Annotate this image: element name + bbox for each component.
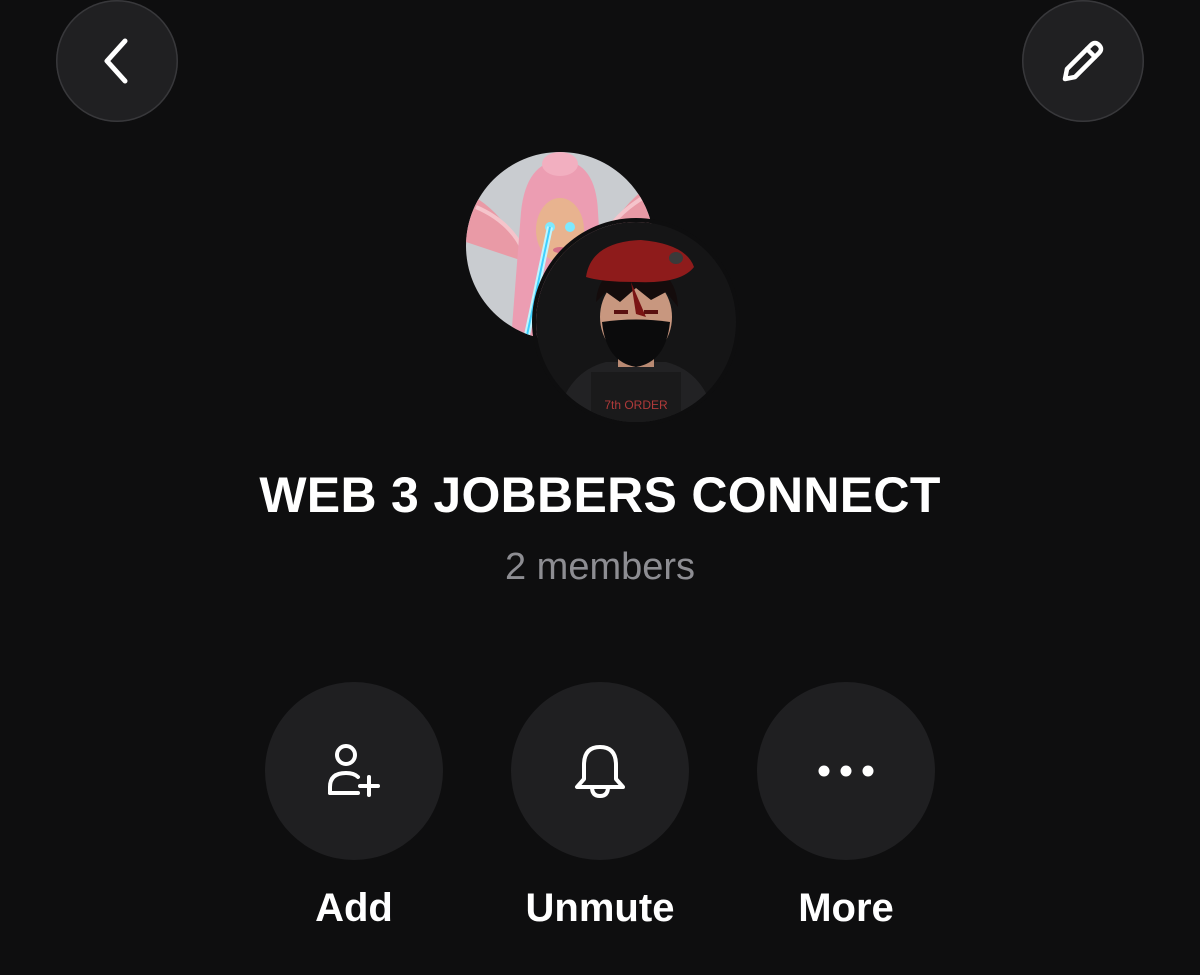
group-info-screen: 7th ORDER WEB 3 JOBBERS CONNECT 2 member… [0, 0, 1200, 975]
group-avatar-stack: 7th ORDER [466, 152, 738, 422]
back-button[interactable] [56, 0, 178, 122]
more-button-circle[interactable] [757, 682, 935, 860]
add-member-button[interactable]: Add [265, 682, 443, 930]
more-button[interactable]: More [757, 682, 935, 930]
svg-text:7th ORDER: 7th ORDER [604, 398, 668, 412]
unmute-label: Unmute [525, 886, 675, 930]
unmute-button-circle[interactable] [511, 682, 689, 860]
ellipsis-icon [818, 765, 874, 777]
group-title: WEB 3 JOBBERS CONNECT [259, 467, 941, 523]
pencil-icon [1062, 40, 1104, 82]
add-person-icon [328, 744, 380, 797]
member-count: 2 members [504, 546, 696, 588]
add-label: Add [315, 886, 393, 930]
chevron-left-icon [104, 38, 128, 84]
bell-icon [575, 745, 625, 798]
more-label: More [798, 886, 894, 930]
member-avatar-soldier: 7th ORDER [536, 222, 736, 422]
add-button-circle[interactable] [265, 682, 443, 860]
unmute-button[interactable]: Unmute [511, 682, 689, 930]
edit-button[interactable] [1022, 0, 1144, 122]
